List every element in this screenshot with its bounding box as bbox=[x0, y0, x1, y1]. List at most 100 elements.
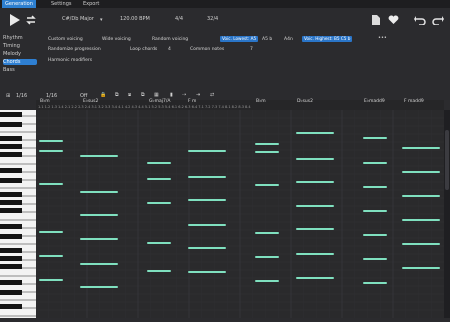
top-menu-bar: Generation Settings Export bbox=[0, 0, 450, 8]
bars-display[interactable]: 32/4 bbox=[207, 16, 218, 22]
undo-icon[interactable] bbox=[414, 15, 426, 25]
snap-value-1[interactable]: 1/16 bbox=[16, 93, 27, 99]
sidebar-item-rhythm[interactable]: Rhythm bbox=[3, 35, 37, 41]
tool-icon-7[interactable]: ⇥ bbox=[196, 92, 200, 98]
note bbox=[255, 184, 279, 186]
note bbox=[188, 224, 226, 226]
note bbox=[296, 253, 334, 255]
note bbox=[147, 270, 171, 272]
lock-icon[interactable]: 🔒 bbox=[100, 92, 106, 98]
voicing-lowest-value: A5 b bbox=[262, 37, 273, 42]
loop-icon[interactable] bbox=[25, 15, 37, 25]
note bbox=[255, 280, 279, 282]
heart-icon[interactable] bbox=[388, 15, 399, 25]
sidebar: Rhythm Timing Melody Chords Bass bbox=[0, 32, 40, 92]
tool-icon-2[interactable]: ⧈ bbox=[128, 92, 131, 98]
chord-label: G♭maj7/A bbox=[149, 99, 171, 104]
randomize-progression-toggle[interactable]: Randomize progression bbox=[48, 47, 101, 53]
tool-icon-3[interactable]: ⧉ bbox=[141, 92, 145, 98]
note bbox=[188, 176, 226, 178]
vertical-scrollbar[interactable] bbox=[444, 110, 450, 318]
custom-voicing-toggle[interactable]: Custom voicing bbox=[48, 37, 83, 43]
note bbox=[147, 202, 171, 204]
common-notes-value[interactable]: 7 bbox=[250, 47, 253, 53]
note bbox=[80, 214, 118, 216]
note bbox=[39, 183, 63, 185]
note bbox=[363, 186, 387, 188]
document-icon[interactable] bbox=[372, 15, 380, 25]
tool-icon-5[interactable]: ▮ bbox=[170, 92, 173, 98]
piano-roll: ⊞ 1/16 1/16 Off 🔒 ⧉ ⧈ ⧉ ▦ ▮ ⇢ ⇥ ⇄ 1.1 1.… bbox=[0, 92, 450, 318]
note bbox=[296, 277, 334, 279]
redo-icon[interactable] bbox=[432, 15, 444, 25]
note bbox=[80, 155, 118, 157]
chord-label: B♭m bbox=[256, 99, 266, 104]
wide-voicing-toggle[interactable]: Wide voicing bbox=[102, 37, 131, 43]
common-notes-toggle[interactable]: Common notes bbox=[190, 47, 224, 53]
chord-label: D♭sus2 bbox=[297, 99, 313, 104]
note bbox=[147, 178, 171, 180]
key-select[interactable]: C#/Db Major bbox=[62, 16, 94, 22]
note bbox=[296, 132, 334, 134]
loop-chords-label: Loop chords bbox=[130, 47, 158, 52]
note bbox=[39, 140, 63, 142]
note bbox=[188, 150, 226, 152]
random-voicing-toggle[interactable]: Random voicing bbox=[152, 37, 188, 43]
note bbox=[188, 271, 226, 273]
note bbox=[363, 137, 387, 139]
note bbox=[147, 242, 171, 244]
sidebar-item-chords[interactable]: Chords bbox=[3, 59, 37, 65]
piano-keyboard[interactable] bbox=[0, 110, 37, 318]
note bbox=[255, 256, 279, 258]
more-options-icon[interactable]: ••• bbox=[378, 35, 387, 41]
note bbox=[255, 232, 279, 234]
tool-icon-1[interactable]: ⧉ bbox=[115, 92, 119, 98]
note bbox=[402, 267, 440, 269]
chord-settings-panel: Custom voicing Wide voicing Random voici… bbox=[40, 32, 450, 92]
tool-icon-4[interactable]: ▦ bbox=[154, 92, 159, 98]
tool-icon-8[interactable]: ⇄ bbox=[210, 92, 214, 98]
note bbox=[80, 263, 118, 265]
sidebar-item-timing[interactable]: Timing bbox=[3, 43, 37, 49]
note bbox=[80, 191, 118, 193]
note bbox=[39, 279, 63, 281]
note bbox=[363, 282, 387, 284]
scrollbar-thumb[interactable] bbox=[445, 130, 449, 190]
tab-settings[interactable]: Settings bbox=[48, 0, 75, 8]
note bbox=[363, 210, 387, 212]
tempo-display[interactable]: 120.00 BPM bbox=[120, 16, 150, 22]
note bbox=[39, 231, 63, 233]
snap-icon[interactable]: ⊞ bbox=[6, 93, 10, 99]
tab-export[interactable]: Export bbox=[80, 0, 102, 8]
tab-generation[interactable]: Generation bbox=[2, 0, 36, 8]
chord-label: E♭madd9 bbox=[364, 99, 385, 104]
note bbox=[255, 151, 279, 153]
note bbox=[80, 238, 118, 240]
note bbox=[80, 286, 118, 288]
note bbox=[255, 143, 279, 145]
sidebar-item-melody[interactable]: Melody bbox=[3, 51, 37, 57]
chord-label: F m bbox=[188, 99, 197, 104]
note bbox=[296, 158, 334, 160]
tool-icon-6[interactable]: ⇢ bbox=[182, 92, 186, 98]
voicing-highest-field[interactable]: Voic. Highest: B5 C5 b bbox=[302, 36, 353, 42]
chevron-down-icon[interactable]: ▾ bbox=[100, 17, 103, 23]
note bbox=[296, 228, 334, 230]
note bbox=[402, 219, 440, 221]
note bbox=[296, 181, 334, 183]
chord-label: F madd9 bbox=[404, 99, 424, 104]
note-grid[interactable] bbox=[36, 110, 444, 318]
voicing-lowest-field[interactable]: Voic. Lowest: A5 bbox=[220, 36, 259, 42]
transport-bar: C#/Db Major ▾ 120.00 BPM 4/4 32/4 bbox=[0, 8, 450, 32]
note bbox=[147, 162, 171, 164]
note bbox=[402, 147, 440, 149]
voicing-note-label: A4n bbox=[284, 37, 293, 42]
time-signature[interactable]: 4/4 bbox=[175, 16, 183, 22]
loop-chords-value[interactable]: 4 bbox=[168, 47, 171, 53]
note bbox=[188, 247, 226, 249]
sidebar-item-bass[interactable]: Bass bbox=[3, 67, 37, 73]
note-grid-svg bbox=[36, 110, 444, 318]
play-icon[interactable] bbox=[10, 14, 20, 26]
note bbox=[363, 234, 387, 236]
note bbox=[39, 255, 63, 257]
